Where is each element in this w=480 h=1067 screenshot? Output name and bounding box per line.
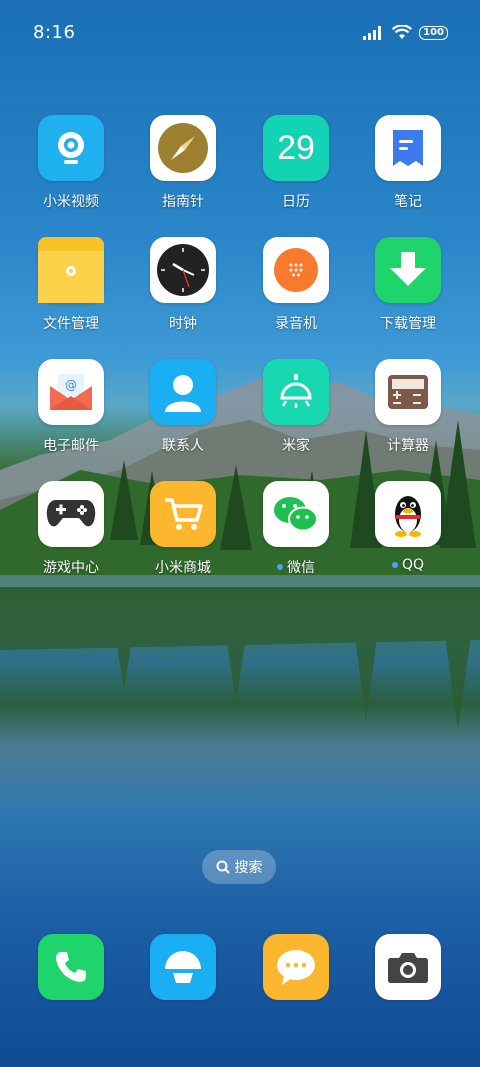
app-label: 下载管理 bbox=[380, 316, 436, 332]
app-label: QQ bbox=[391, 557, 425, 573]
folder-icon bbox=[38, 237, 104, 303]
lamp-icon bbox=[263, 359, 329, 425]
app-label: 日历 bbox=[282, 194, 310, 210]
search-icon bbox=[216, 860, 230, 874]
app-calculator[interactable]: 计算器 bbox=[352, 359, 464, 455]
search-label: 搜索 bbox=[234, 860, 263, 876]
dock-camera[interactable] bbox=[352, 934, 464, 1000]
dock-browser[interactable] bbox=[127, 934, 239, 1000]
gamepad-icon bbox=[38, 481, 104, 547]
qq-penguin-icon bbox=[375, 481, 441, 547]
compass-icon bbox=[150, 115, 216, 181]
wifi-icon bbox=[392, 25, 413, 39]
app-contacts[interactable]: 联系人 bbox=[127, 359, 239, 455]
app-file-manager[interactable]: 文件管理 bbox=[15, 237, 127, 333]
app-wechat[interactable]: 微信 bbox=[240, 481, 352, 577]
calendar-date: 29 bbox=[277, 128, 315, 167]
app-label: 小米视频 bbox=[43, 194, 99, 210]
app-label: 联系人 bbox=[162, 438, 204, 454]
app-download-manager[interactable]: 下载管理 bbox=[352, 237, 464, 333]
calculator-icon bbox=[375, 359, 441, 425]
app-label: 电子邮件 bbox=[43, 438, 99, 454]
app-label-text: QQ bbox=[401, 557, 425, 573]
calendar-icon: 29 bbox=[263, 115, 329, 181]
video-camera-icon bbox=[38, 115, 104, 181]
app-label: 计算器 bbox=[387, 438, 429, 454]
status-bar: 8:16 100 bbox=[0, 0, 480, 64]
app-mijia[interactable]: 米家 bbox=[240, 359, 352, 455]
new-install-dot bbox=[391, 562, 398, 568]
chat-bubble-icon bbox=[263, 934, 329, 1000]
shopping-cart-icon bbox=[150, 481, 216, 547]
app-label: 游戏中心 bbox=[43, 560, 99, 576]
app-label: 文件管理 bbox=[43, 316, 99, 332]
app-qq[interactable]: QQ bbox=[352, 481, 464, 573]
clock-icon bbox=[150, 237, 216, 303]
app-compass[interactable]: 指南针 bbox=[127, 115, 239, 211]
app-xiaomi-video[interactable]: 小米视频 bbox=[15, 115, 127, 211]
person-icon bbox=[150, 359, 216, 425]
new-install-dot bbox=[277, 564, 283, 570]
clock-time: 8:16 bbox=[33, 22, 76, 43]
phone-icon bbox=[38, 934, 104, 1000]
app-label: 指南针 bbox=[162, 194, 204, 210]
search-pill[interactable]: 搜索 bbox=[202, 850, 276, 884]
browser-icon bbox=[150, 934, 216, 1000]
battery-icon: 100 bbox=[419, 25, 448, 40]
app-email[interactable]: @ 电子邮件 bbox=[15, 359, 127, 455]
mail-envelope-icon: @ bbox=[38, 359, 104, 425]
app-game-center[interactable]: 游戏中心 bbox=[15, 481, 127, 577]
app-clock[interactable]: 时钟 bbox=[127, 237, 239, 333]
app-label: 微信 bbox=[277, 557, 315, 577]
app-label: 米家 bbox=[282, 438, 310, 454]
svg-text:@: @ bbox=[65, 378, 77, 392]
wechat-icon bbox=[263, 481, 329, 547]
app-label-text: 微信 bbox=[287, 560, 315, 576]
app-label: 笔记 bbox=[394, 194, 422, 210]
microphone-icon bbox=[263, 237, 329, 303]
app-label: 小米商城 bbox=[155, 560, 211, 576]
app-xiaomi-store[interactable]: 小米商城 bbox=[127, 481, 239, 577]
download-arrow-icon bbox=[375, 237, 441, 303]
dock-phone[interactable] bbox=[15, 934, 127, 1000]
app-label: 录音机 bbox=[275, 316, 317, 332]
status-icons: 100 bbox=[363, 25, 448, 40]
dock-messages[interactable] bbox=[240, 934, 352, 1000]
app-calendar[interactable]: 29 日历 bbox=[240, 115, 352, 211]
app-notes[interactable]: 笔记 bbox=[352, 115, 464, 211]
camera-icon bbox=[375, 934, 441, 1000]
app-recorder[interactable]: 录音机 bbox=[240, 237, 352, 333]
signal-icon bbox=[363, 25, 382, 40]
note-icon bbox=[375, 115, 441, 181]
app-label: 时钟 bbox=[169, 316, 197, 332]
